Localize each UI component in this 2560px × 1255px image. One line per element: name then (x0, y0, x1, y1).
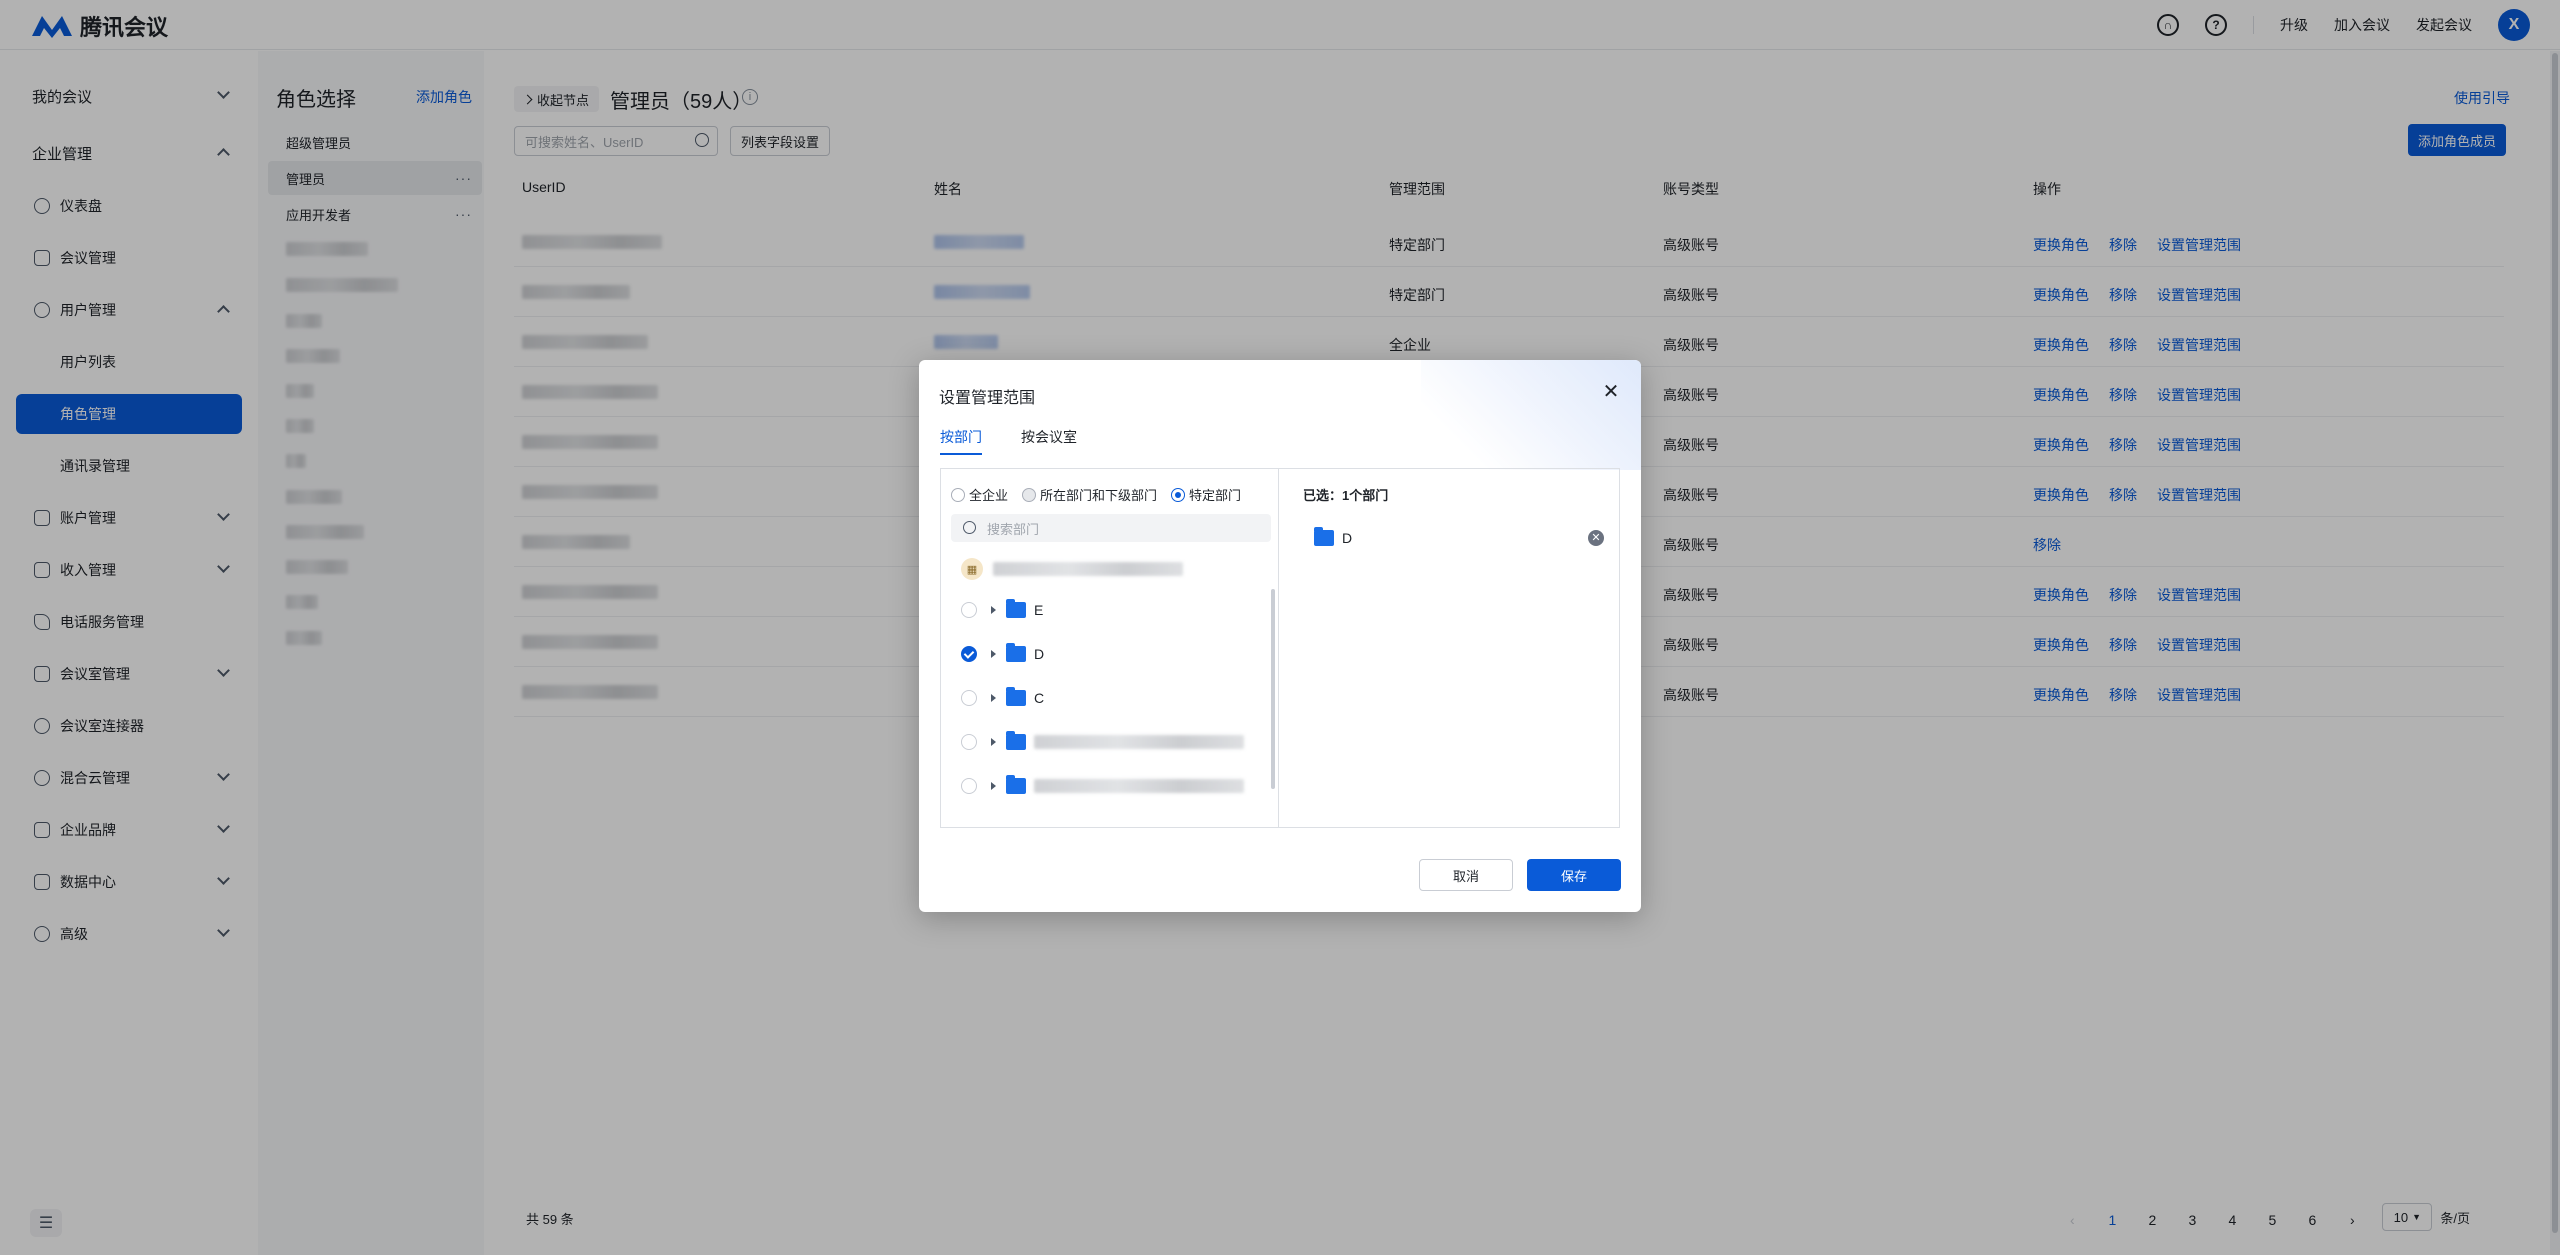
radio-label: 所在部门和下级部门 (1040, 488, 1158, 503)
dialog-decoration (1421, 360, 1641, 470)
folder-icon (1314, 527, 1334, 546)
checkbox-checked[interactable] (961, 646, 977, 662)
tab-by-meeting-room[interactable]: 按会议室 (1021, 427, 1077, 453)
caret-right-icon[interactable] (991, 738, 996, 746)
checkbox[interactable] (961, 778, 977, 794)
search-placeholder: 搜索部门 (987, 521, 1040, 537)
department-picker: 全企业 所在部门和下级部门 特定部门 搜索部门 ▦ E D C (941, 469, 1279, 827)
tree-node[interactable] (961, 722, 1261, 762)
scope-panel: 全企业 所在部门和下级部门 特定部门 搜索部门 ▦ E D C 已选：1个部门 … (940, 468, 1620, 828)
department-search-input[interactable]: 搜索部门 (951, 514, 1271, 542)
folder-icon (1006, 731, 1026, 750)
tree-node-label: E (1034, 602, 1044, 618)
selected-department-item: D ✕ (1314, 527, 1604, 549)
save-button[interactable]: 保存 (1527, 859, 1621, 891)
radio-dot (951, 487, 965, 502)
selected-department-label: D (1342, 530, 1353, 546)
folder-icon (1006, 687, 1026, 706)
tree-node[interactable]: C (961, 678, 1261, 718)
folder-icon (1006, 643, 1026, 662)
caret-right-icon[interactable] (991, 650, 996, 658)
close-icon[interactable]: ✕ (1601, 382, 1621, 402)
cancel-button[interactable]: 取消 (1419, 859, 1513, 891)
tree-scrollbar[interactable] (1271, 589, 1275, 789)
radio-label: 特定部门 (1189, 488, 1242, 503)
radio-whole-enterprise[interactable]: 全企业 (951, 485, 1008, 504)
dialog-title: 设置管理范围 (939, 390, 1036, 407)
folder-icon (1006, 775, 1026, 794)
remove-icon[interactable]: ✕ (1588, 530, 1604, 546)
scope-radio-group: 全企业 所在部门和下级部门 特定部门 (951, 485, 1241, 504)
tree-node[interactable]: E (961, 590, 1261, 630)
tree-node-label: C (1034, 690, 1045, 706)
organization-root[interactable]: ▦ (961, 557, 1183, 581)
search-icon (963, 521, 976, 534)
checkbox[interactable] (961, 690, 977, 706)
selected-departments: 已选：1个部门 D ✕ (1280, 469, 1620, 827)
building-icon: ▦ (961, 558, 983, 580)
radio-label: 全企业 (969, 488, 1009, 503)
radio-dot (1022, 487, 1037, 502)
checkbox[interactable] (961, 602, 977, 618)
radio-specific-departments[interactable]: 特定部门 (1171, 485, 1241, 504)
set-scope-dialog: 设置管理范围 ✕ 按部门 按会议室 全企业 所在部门和下级部门 特定部门 搜索部… (919, 360, 1641, 912)
selected-count: 已选：1个部门 (1303, 488, 1389, 503)
caret-right-icon[interactable] (991, 606, 996, 614)
folder-icon (1006, 599, 1026, 618)
radio-own-and-sub-departments[interactable]: 所在部门和下级部门 (1022, 485, 1157, 504)
tab-by-department[interactable]: 按部门 (940, 427, 982, 455)
tree-node[interactable]: D (961, 634, 1261, 674)
radio-dot (1171, 487, 1186, 502)
caret-right-icon[interactable] (991, 782, 996, 790)
checkbox[interactable] (961, 734, 977, 750)
caret-right-icon[interactable] (991, 694, 996, 702)
tree-node-label: D (1034, 646, 1045, 662)
tree-node[interactable] (961, 766, 1261, 806)
